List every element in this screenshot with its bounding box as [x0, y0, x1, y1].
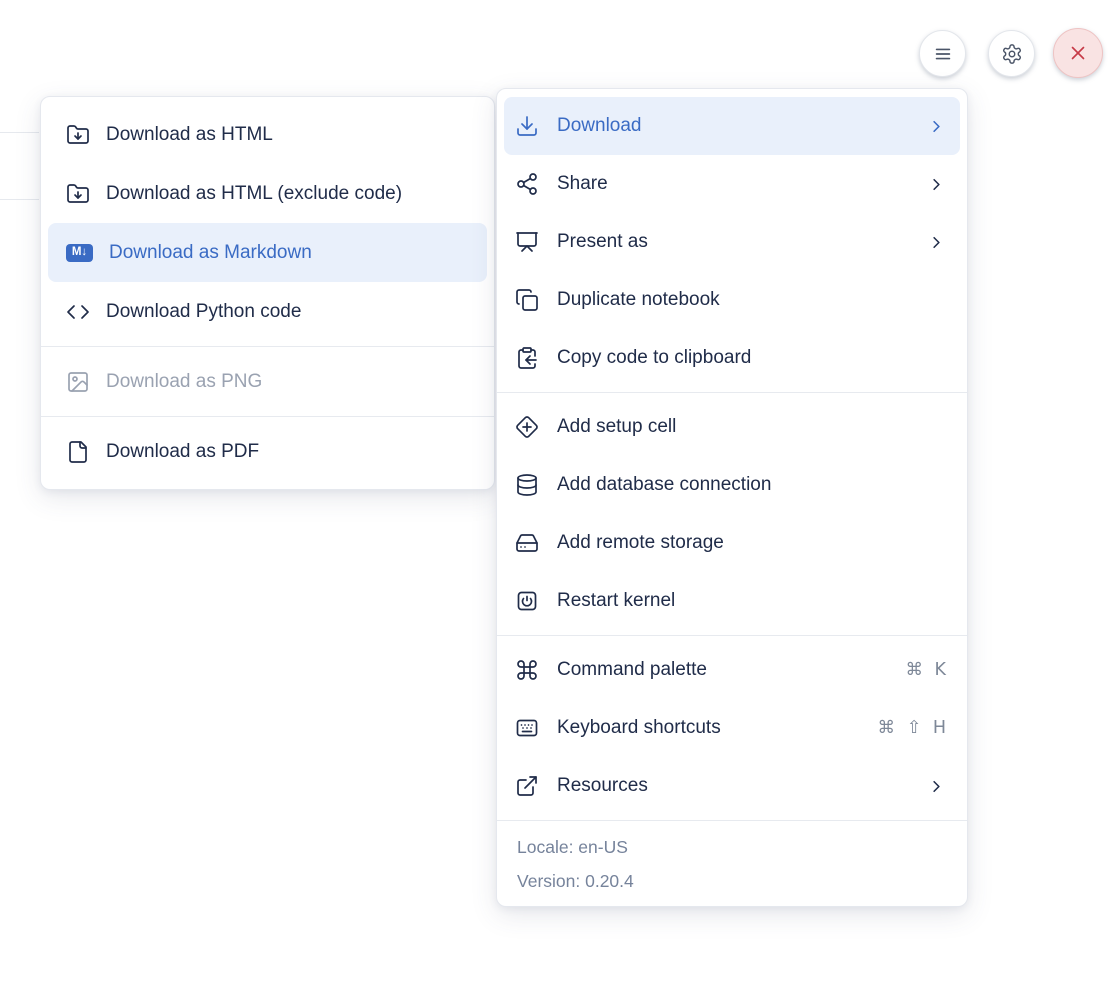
- notebook-actions-menu: Download Share Present as Duplicate noteboo…: [496, 88, 968, 907]
- database-icon: [515, 473, 539, 497]
- menu-item-label: Copy code to clipboard: [557, 347, 946, 369]
- menu-item-label: Download: [557, 115, 909, 137]
- menu-item-download-python-code[interactable]: Download Python code: [48, 282, 487, 341]
- menu-item-label: Download as PDF: [106, 441, 471, 463]
- folder-down-icon: [66, 182, 90, 206]
- menu-item-download-as-html-exclude-code[interactable]: Download as HTML (exclude code): [48, 164, 487, 223]
- external-link-icon: [515, 774, 539, 798]
- notebook-menu-button[interactable]: [919, 30, 966, 77]
- menu-item-label: Download as Markdown: [109, 242, 471, 264]
- chevron-right-icon: [927, 777, 946, 796]
- menu-separator: [497, 820, 967, 821]
- clipboard-copy-icon: [515, 346, 539, 370]
- menu-item-add-remote-storage[interactable]: Add remote storage: [504, 514, 960, 572]
- menu-item-present-as[interactable]: Present as: [504, 213, 960, 271]
- menu-separator: [41, 416, 494, 417]
- chevron-right-icon: [927, 117, 946, 136]
- file-icon: [66, 440, 90, 464]
- gear-icon: [1001, 43, 1023, 65]
- menu-item-download-as-markdown[interactable]: M↓ Download as Markdown: [48, 223, 487, 282]
- menu-item-share[interactable]: Share: [504, 155, 960, 213]
- shortcut-hint: ⌘ ⇧ H: [878, 718, 946, 738]
- menu-item-command-palette[interactable]: Command palette ⌘ K: [504, 641, 960, 699]
- menu-item-label: Restart kernel: [557, 590, 946, 612]
- notebook-page: Download as HTML Download as HTML (exclud…: [0, 0, 1118, 984]
- hamburger-icon: [932, 43, 954, 65]
- menu-item-label: Add setup cell: [557, 416, 946, 438]
- close-icon: [1067, 42, 1089, 64]
- menu-separator: [497, 392, 967, 393]
- menu-item-label: Download as HTML (exclude code): [106, 183, 471, 205]
- menu-item-label: Download Python code: [106, 301, 471, 323]
- menu-item-label: Share: [557, 173, 909, 195]
- chevron-right-icon: [927, 175, 946, 194]
- command-icon: [515, 658, 539, 682]
- shutdown-button[interactable]: [1053, 28, 1103, 78]
- menu-item-label: Command palette: [557, 659, 887, 681]
- menu-separator: [41, 346, 494, 347]
- diamond-plus-icon: [515, 415, 539, 439]
- menu-item-label: Download as PNG: [106, 371, 471, 393]
- menu-item-download-as-pdf[interactable]: Download as PDF: [48, 422, 487, 481]
- chevron-right-icon: [927, 233, 946, 252]
- copy-icon: [515, 288, 539, 312]
- menu-item-download-as-png: Download as PNG: [48, 352, 487, 411]
- keyboard-icon: [515, 716, 539, 740]
- menu-item-download[interactable]: Download: [504, 97, 960, 155]
- page-rule: [0, 199, 39, 200]
- locale-text: Locale: en-US: [497, 830, 967, 864]
- folder-down-icon: [66, 123, 90, 147]
- square-power-icon: [515, 589, 539, 613]
- menu-item-resources[interactable]: Resources: [504, 757, 960, 815]
- share-icon: [515, 172, 539, 196]
- menu-item-label: Add remote storage: [557, 532, 946, 554]
- menu-item-download-as-html[interactable]: Download as HTML: [48, 105, 487, 164]
- menu-item-label: Keyboard shortcuts: [557, 717, 860, 739]
- menu-item-restart-kernel[interactable]: Restart kernel: [504, 572, 960, 630]
- menu-item-label: Present as: [557, 231, 909, 253]
- markdown-badge-glyph: M↓: [66, 244, 93, 262]
- menu-item-label: Download as HTML: [106, 124, 471, 146]
- menu-item-label: Add database connection: [557, 474, 946, 496]
- hard-drive-icon: [515, 531, 539, 555]
- menu-item-label: Duplicate notebook: [557, 289, 946, 311]
- presentation-icon: [515, 230, 539, 254]
- menu-item-duplicate-notebook[interactable]: Duplicate notebook: [504, 271, 960, 329]
- menu-footer: Locale: en-US Version: 0.20.4: [497, 826, 967, 898]
- menu-separator: [497, 635, 967, 636]
- menu-item-add-database-connection[interactable]: Add database connection: [504, 456, 960, 514]
- code-icon: [66, 300, 90, 324]
- menu-item-label: Resources: [557, 775, 909, 797]
- version-text: Version: 0.20.4: [497, 864, 967, 898]
- menu-item-add-setup-cell[interactable]: Add setup cell: [504, 398, 960, 456]
- menu-item-keyboard-shortcuts[interactable]: Keyboard shortcuts ⌘ ⇧ H: [504, 699, 960, 757]
- settings-button[interactable]: [988, 30, 1035, 77]
- page-rule: [0, 132, 39, 133]
- markdown-badge-icon: M↓: [66, 241, 93, 265]
- shortcut-hint: ⌘ K: [905, 660, 946, 680]
- download-icon: [515, 114, 539, 138]
- download-submenu: Download as HTML Download as HTML (exclud…: [40, 96, 495, 490]
- menu-item-copy-code-to-clipboard[interactable]: Copy code to clipboard: [504, 329, 960, 387]
- image-icon: [66, 370, 90, 394]
